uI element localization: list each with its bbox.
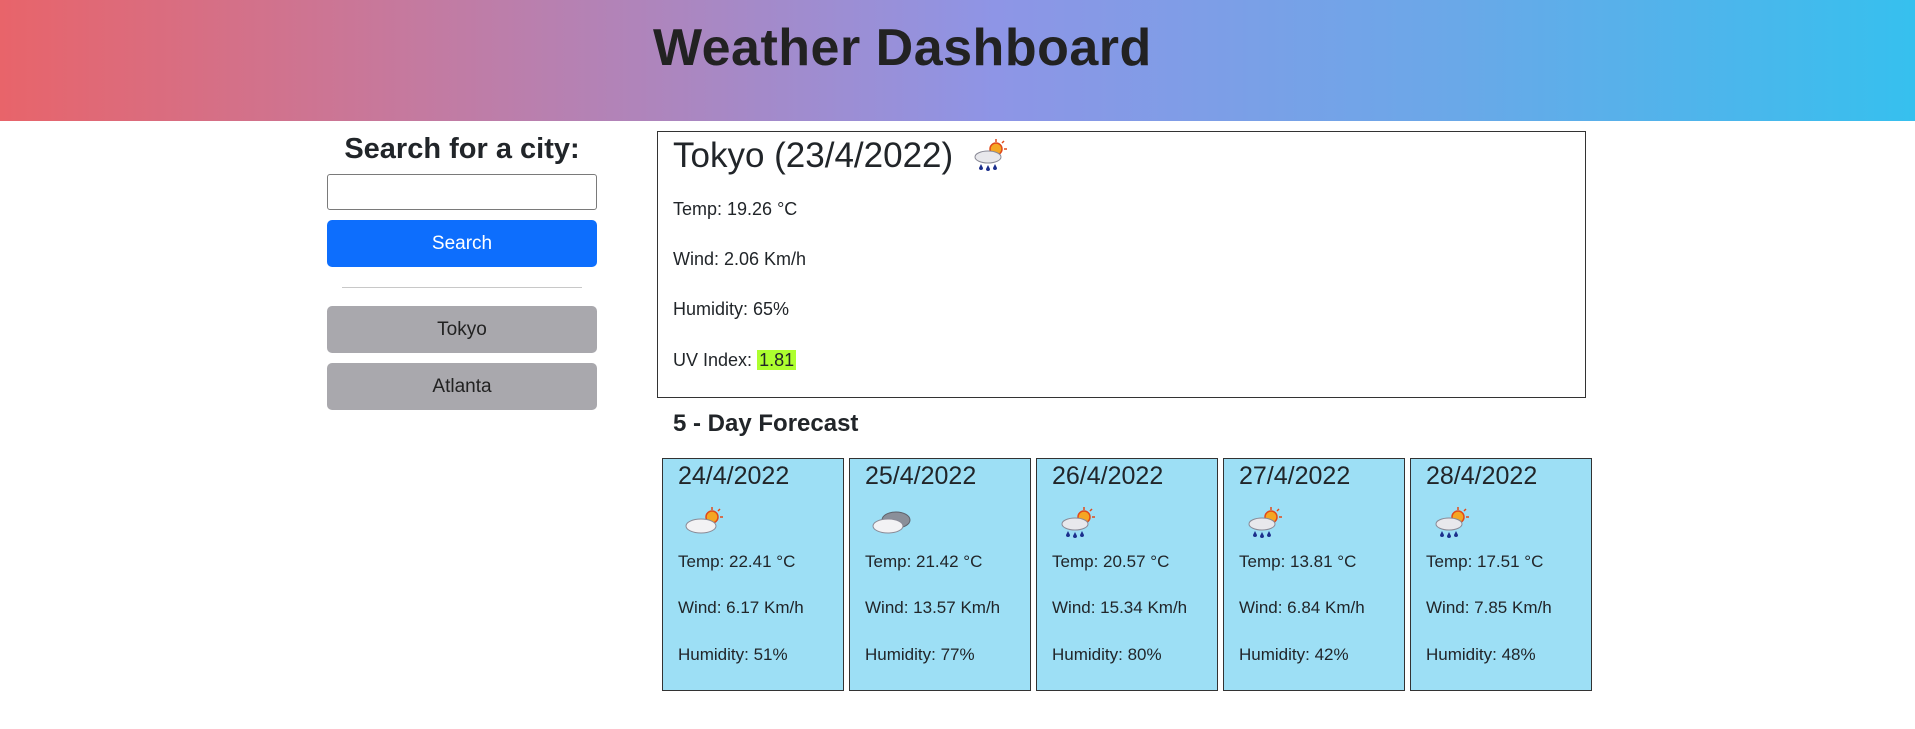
forecast-date: 26/4/2022	[1052, 462, 1164, 490]
current-wind: Wind: 2.06 Km/h	[673, 249, 807, 269]
search-title: Search for a city:	[344, 133, 580, 165]
forecast-temp: Temp: 13.81 °C	[1239, 552, 1357, 571]
current-uv: UV Index: 1.81	[673, 350, 797, 371]
current-humidity: Humidity: 65%	[673, 299, 790, 319]
history-button-atlanta[interactable]: Atlanta	[327, 363, 597, 410]
forecast-row: 24/4/2022 Temp: 22.41 °C Wind: 6.17 Km/h…	[662, 458, 1592, 691]
search-sidebar: Search for a city: Search Tokyo Atlanta	[327, 131, 597, 420]
current-temp: Temp: 19.26 °C	[673, 199, 798, 219]
forecast-humidity: Humidity: 77%	[865, 645, 975, 664]
cloud-icon	[872, 511, 911, 534]
forecast-card: 25/4/2022 Temp: 21.42 °C Wind: 13.57 Km/…	[849, 458, 1031, 691]
forecast-humidity: Humidity: 48%	[1426, 645, 1536, 664]
cloud-sun-rain-icon	[1248, 507, 1282, 538]
forecast-card: 27/4/2022 Temp: 13.81 °C Wind: 6.84 Km/h…	[1223, 458, 1405, 691]
cloud-sun-rain-icon	[974, 139, 1008, 171]
forecast-temp: Temp: 22.41 °C	[678, 552, 796, 571]
cloud-sun-rain-icon	[1061, 507, 1095, 538]
search-button[interactable]: Search	[327, 220, 597, 267]
forecast-temp: Temp: 20.57 °C	[1052, 552, 1170, 571]
forecast-wind: Wind: 7.85 Km/h	[1426, 598, 1552, 617]
forecast-date: 28/4/2022	[1426, 462, 1538, 490]
history-button-tokyo[interactable]: Tokyo	[327, 306, 597, 353]
forecast-wind: Wind: 6.84 Km/h	[1239, 598, 1365, 617]
forecast-temp: Temp: 17.51 °C	[1426, 552, 1544, 571]
city-search-input[interactable]	[327, 174, 597, 210]
forecast-card: 28/4/2022 Temp: 17.51 °C Wind: 7.85 Km/h…	[1410, 458, 1592, 691]
forecast-humidity: Humidity: 42%	[1239, 645, 1349, 664]
header-banner: Weather Dashboard	[0, 0, 1915, 121]
forecast-wind: Wind: 15.34 Km/h	[1052, 598, 1188, 617]
forecast-date: 27/4/2022	[1239, 462, 1351, 490]
forecast-humidity: Humidity: 80%	[1052, 645, 1162, 664]
forecast-date: 24/4/2022	[678, 462, 790, 490]
forecast-temp: Temp: 21.42 °C	[865, 552, 983, 571]
forecast-wind: Wind: 13.57 Km/h	[865, 598, 1001, 617]
current-weather-panel: Tokyo (23/4/2022) Temp: 19.26 °C Wind: 2…	[657, 131, 1586, 398]
forecast-card: 26/4/2022 Temp: 20.57 °C Wind: 15.34 Km/…	[1036, 458, 1218, 691]
forecast-card: 24/4/2022 Temp: 22.41 °C Wind: 6.17 Km/h…	[662, 458, 844, 691]
forecast-wind: Wind: 6.17 Km/h	[678, 598, 804, 617]
forecast-date: 25/4/2022	[865, 462, 977, 490]
uv-label: UV Index:	[673, 350, 753, 370]
uv-index-badge: 1.81	[757, 350, 797, 370]
current-city-title: Tokyo (23/4/2022)	[673, 136, 954, 175]
cloud-sun-icon	[685, 507, 723, 534]
forecast-humidity: Humidity: 51%	[678, 645, 788, 664]
forecast-heading: 5 - Day Forecast	[673, 410, 859, 437]
cloud-sun-rain-icon	[1435, 507, 1469, 538]
divider	[342, 287, 582, 288]
page-title: Weather Dashboard	[653, 19, 1152, 77]
